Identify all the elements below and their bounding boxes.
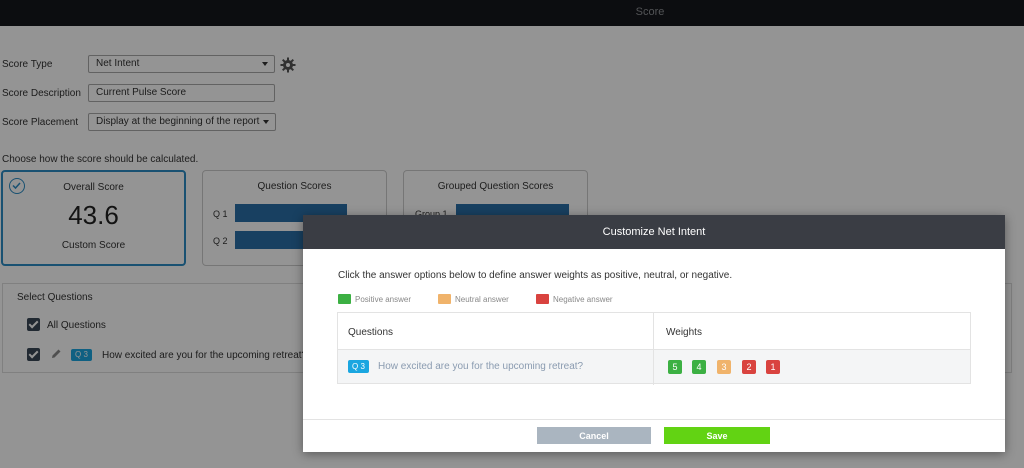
col-header-weights: Weights — [666, 327, 702, 338]
question-text: How excited are you for the upcoming ret… — [378, 361, 584, 372]
modal-title: Customize Net Intent — [602, 226, 706, 238]
legend-positive-label: Positive answer — [355, 295, 412, 304]
legend-swatch-neutral — [438, 294, 451, 304]
legend-negative-label: Negative answer — [553, 295, 613, 304]
modal-header: Customize Net Intent — [303, 215, 1005, 249]
legend-swatch-negative — [536, 294, 549, 304]
col-header-questions: Questions — [348, 327, 394, 338]
weight-4-button[interactable]: 4 — [692, 360, 706, 374]
weight-1-button[interactable]: 1 — [766, 360, 780, 374]
weight-3-button[interactable]: 3 — [717, 360, 731, 374]
cancel-button[interactable]: Cancel — [537, 427, 651, 444]
weight-5-button[interactable]: 5 — [668, 360, 682, 374]
customize-net-intent-modal: Customize Net Intent Click the answer op… — [303, 215, 1005, 452]
weights-table: Questions Weights Q 3 How excited are yo… — [337, 312, 971, 385]
legend-neutral-label: Neutral answer — [455, 295, 509, 304]
question-tag: Q 3 — [348, 360, 369, 373]
save-button[interactable]: Save — [664, 427, 770, 444]
legend-swatch-positive — [338, 294, 351, 304]
modal-instructions: Click the answer options below to define… — [338, 270, 733, 281]
weight-2-button[interactable]: 2 — [742, 360, 756, 374]
